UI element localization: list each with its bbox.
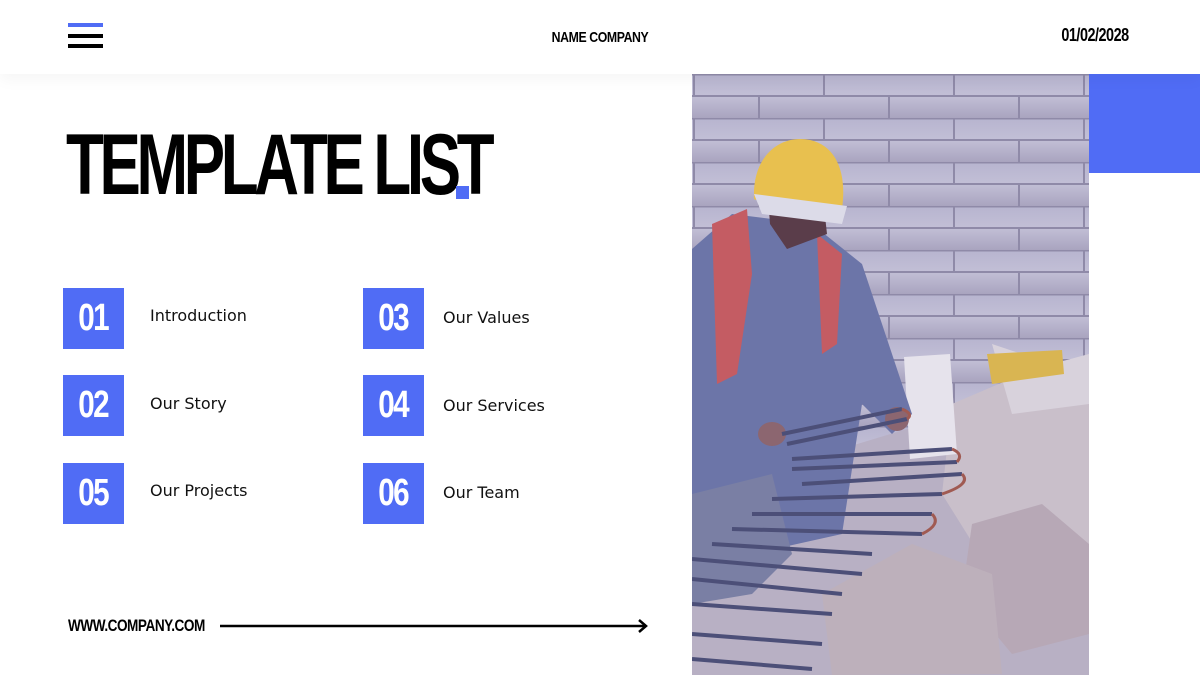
menu-line-accent: [68, 23, 103, 27]
item-number-badge: 04: [363, 375, 424, 436]
photo-illustration: [692, 74, 1089, 675]
hamburger-menu-icon[interactable]: [68, 23, 103, 49]
list-item[interactable]: 04 Our Services: [363, 375, 623, 437]
bucket: [904, 354, 957, 459]
item-number: 05: [78, 472, 110, 514]
list-item[interactable]: 06 Our Team: [363, 463, 623, 525]
item-label: Our Story: [150, 394, 227, 413]
list-item[interactable]: 05 Our Projects: [63, 463, 323, 525]
accent-block: [1089, 74, 1200, 173]
item-label: Our Projects: [150, 481, 248, 500]
item-label: Introduction: [150, 306, 247, 325]
list-item[interactable]: 02 Our Story: [63, 375, 323, 437]
hand: [758, 422, 786, 446]
date-label: 01/02/2028: [1061, 25, 1129, 45]
list-item[interactable]: 01 Introduction: [63, 288, 323, 350]
header-bar: NAME COMPANY 01/02/2028: [0, 0, 1200, 74]
list-item[interactable]: 03 Our Values: [363, 288, 623, 350]
item-number: 01: [78, 297, 110, 339]
right-arrow-icon: [220, 619, 648, 633]
item-number: 03: [378, 297, 410, 339]
title-accent-dot: [456, 186, 469, 199]
item-number-badge: 01: [63, 288, 124, 349]
item-label: Our Values: [443, 308, 530, 327]
menu-line: [68, 44, 103, 48]
item-number: 02: [78, 384, 110, 426]
company-name: NAME COMPANY: [551, 29, 649, 46]
item-label: Our Services: [443, 396, 545, 415]
item-label: Our Team: [443, 483, 520, 502]
item-number: 04: [378, 384, 410, 426]
item-number-badge: 06: [363, 463, 424, 524]
item-number-badge: 03: [363, 288, 424, 349]
construction-worker-photo: [692, 74, 1089, 675]
page-title: TEMPLATE LIST: [66, 117, 495, 213]
item-number-badge: 02: [63, 375, 124, 436]
item-number: 06: [378, 472, 410, 514]
website-link[interactable]: WWW.COMPANY.COM: [68, 616, 205, 636]
menu-line: [68, 34, 103, 38]
item-number-badge: 05: [63, 463, 124, 524]
